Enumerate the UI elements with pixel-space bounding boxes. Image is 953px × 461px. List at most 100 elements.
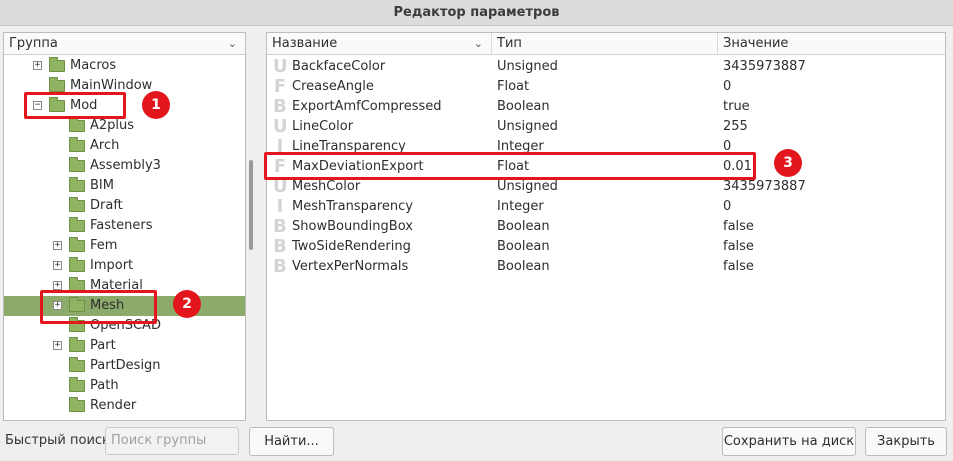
tree-item-label: Path [90, 378, 119, 393]
save-to-disk-button[interactable]: Сохранить на диск [722, 427, 856, 456]
expand-icon[interactable]: + [53, 281, 62, 290]
parameter-value: false [723, 219, 754, 234]
folder-icon [69, 137, 85, 152]
folder-icon [69, 377, 85, 392]
type-u-icon: U [273, 116, 288, 137]
tree-item[interactable]: PartDesign [4, 356, 245, 376]
parameter-name: MeshTransparency [292, 199, 413, 214]
tree-item[interactable]: BIM [4, 176, 245, 196]
parameter-row[interactable]: B ExportAmfCompressed Boolean true [267, 96, 945, 117]
parameter-name: LineColor [292, 119, 354, 134]
parameter-row[interactable]: B TwoSideRendering Boolean false [267, 236, 945, 257]
annotation-box-maxdeviation [264, 152, 756, 180]
tree-item[interactable]: A2plus [4, 116, 245, 136]
expand-icon[interactable]: + [53, 261, 62, 270]
parameter-value: 0 [723, 79, 732, 94]
tree-item[interactable]: Fasteners [4, 216, 245, 236]
bottom-bar: Быстрый поиск Поиск группы Найти... Сохр… [0, 421, 953, 461]
folder-icon [69, 197, 85, 212]
column-value-label: Значение [723, 36, 789, 51]
folder-icon [69, 157, 85, 172]
column-header-type[interactable]: Тип [492, 33, 718, 55]
tree-scrollbar[interactable] [246, 54, 256, 420]
folder-icon [69, 117, 85, 132]
parameter-row[interactable]: U BackfaceColor Unsigned 3435973887 [267, 56, 945, 77]
tree-item[interactable]: Draft [4, 196, 245, 216]
annotation-box-mod [24, 92, 126, 119]
parameter-name: BackfaceColor [292, 59, 386, 74]
parameter-value: 3435973887 [723, 179, 806, 194]
folder-icon [69, 357, 85, 372]
parameter-row[interactable]: B VertexPerNormals Boolean false [267, 256, 945, 277]
tree-item-label: Assembly3 [90, 158, 161, 173]
column-type-label: Тип [497, 36, 522, 51]
tree-item-label: Arch [90, 138, 120, 153]
tree-item-label: Macros [70, 58, 117, 73]
folder-icon [49, 77, 65, 92]
expand-icon[interactable]: + [53, 341, 62, 350]
tree-item[interactable]: Arch [4, 136, 245, 156]
parameter-row[interactable]: U MeshColor Unsigned 3435973887 [267, 177, 945, 197]
type-b-icon: B [273, 256, 287, 277]
folder-icon [69, 337, 85, 352]
tree-item-label: Fasteners [90, 218, 153, 233]
parameter-row[interactable]: B ShowBoundingBox Boolean false [267, 216, 945, 237]
tree-item-label: A2plus [90, 118, 135, 133]
tree-item[interactable]: Render [4, 396, 245, 416]
tree-item-label: Render [90, 398, 137, 413]
tree-item[interactable]: + Part [4, 336, 245, 356]
group-header-label: Группа [9, 36, 58, 51]
quick-search-label: Быстрый поиск [5, 433, 110, 448]
folder-icon [69, 177, 85, 192]
parameter-type: Unsigned [497, 119, 558, 134]
tree-item[interactable]: Assembly3 [4, 156, 245, 176]
quick-search-input[interactable]: Поиск группы [105, 427, 239, 455]
annotation-box-mesh [40, 290, 157, 324]
tree-item-label: Draft [90, 198, 123, 213]
tree-scrollbar-thumb[interactable] [249, 160, 253, 250]
parameter-name: CreaseAngle [292, 79, 374, 94]
group-tree[interactable]: Группа ⌄ + Macros MainWindow − Mod A2plus Arch… [3, 32, 246, 421]
column-name-label: Название [272, 36, 338, 51]
parameter-type: Boolean [497, 219, 550, 234]
parameter-value: 255 [723, 119, 748, 134]
annotation-badge-2: 2 [173, 290, 201, 318]
close-button[interactable]: Закрыть [865, 427, 947, 456]
tree-item-label: Import [90, 258, 134, 273]
tree-item-label: Part [90, 338, 116, 353]
type-b-icon: B [273, 216, 287, 237]
sort-chevron-icon: ⌄ [473, 37, 483, 50]
parameter-type: Boolean [497, 99, 550, 114]
find-button[interactable]: Найти... [249, 427, 334, 456]
parameter-value: false [723, 239, 754, 254]
type-b-icon: B [273, 96, 287, 117]
tree-item[interactable]: Path [4, 376, 245, 396]
group-tree-header[interactable]: Группа ⌄ [4, 33, 245, 55]
type-b-icon: B [273, 236, 287, 257]
expand-icon[interactable]: + [33, 61, 42, 70]
type-u-icon: U [273, 56, 288, 77]
type-f-icon: F [273, 76, 287, 97]
parameter-type: Boolean [497, 239, 550, 254]
tree-item-label: Fem [90, 238, 118, 253]
tree-item[interactable]: + Fem [4, 236, 245, 256]
annotation-badge-3: 3 [774, 149, 802, 177]
parameter-value: 3435973887 [723, 59, 806, 74]
parameter-type: Unsigned [497, 179, 558, 194]
parameter-value: true [723, 99, 750, 114]
parameter-row[interactable]: U LineColor Unsigned 255 [267, 116, 945, 137]
parameter-row[interactable]: I MeshTransparency Integer 0 [267, 197, 945, 217]
folder-icon [69, 257, 85, 272]
folder-icon [69, 217, 85, 232]
expand-icon[interactable]: + [53, 241, 62, 250]
parameter-name: ShowBoundingBox [292, 219, 413, 234]
tree-item-label: PartDesign [90, 358, 161, 373]
parameter-row[interactable]: F CreaseAngle Float 0 [267, 76, 945, 97]
tree-item[interactable]: + Import [4, 256, 245, 276]
column-header-name[interactable]: Название ⌄ [267, 33, 492, 55]
parameter-name: VertexPerNormals [292, 259, 409, 274]
column-header-value[interactable]: Значение [718, 33, 945, 55]
chevron-down-icon: ⌄ [227, 37, 237, 50]
tree-item[interactable]: + Macros [4, 56, 245, 76]
parameter-table[interactable]: Название ⌄ Тип Значение U BackfaceColor Un… [266, 32, 946, 421]
